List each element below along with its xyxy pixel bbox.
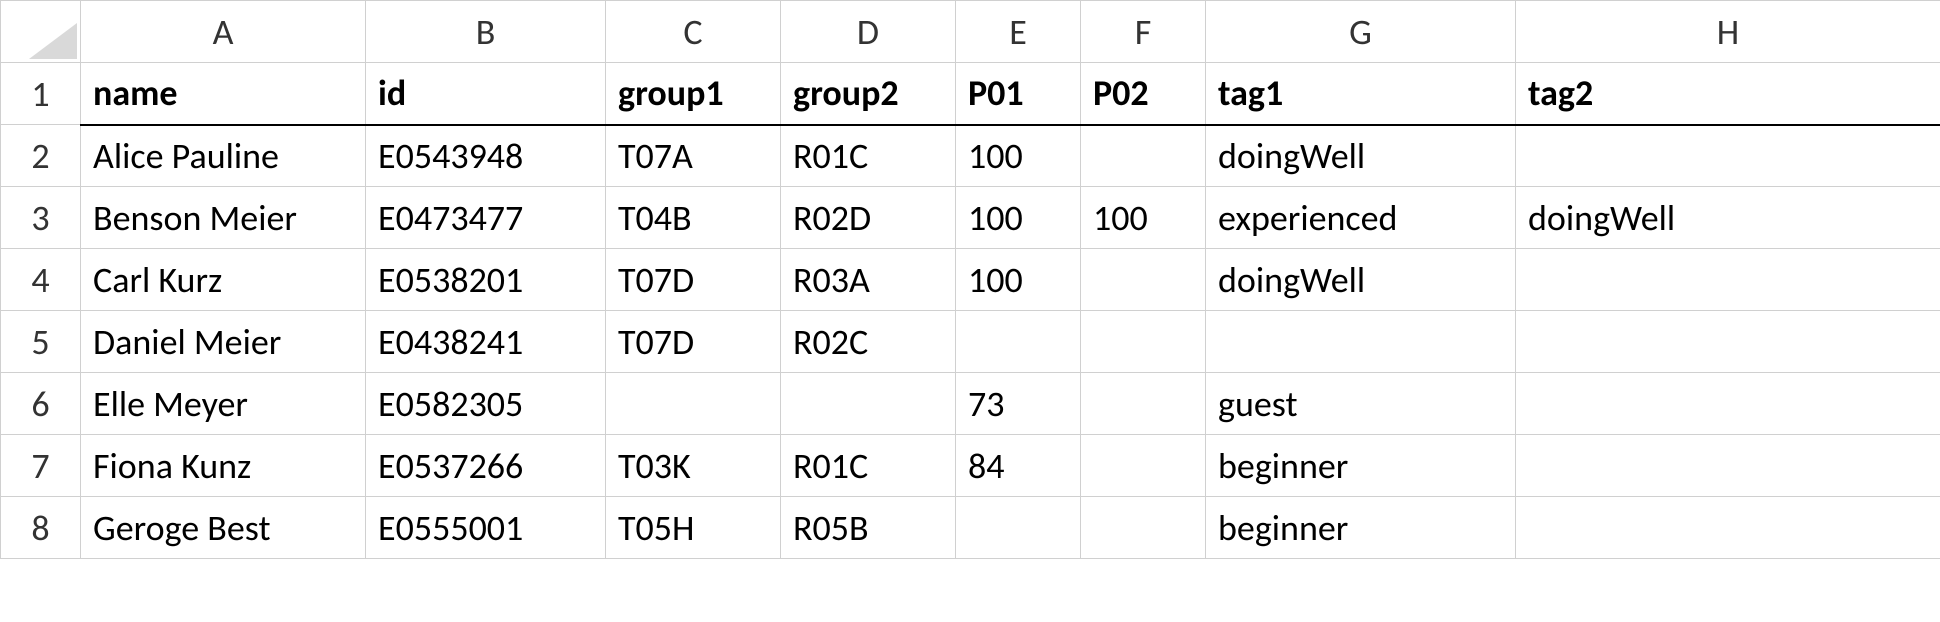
cell-D8[interactable]: R05B bbox=[781, 497, 956, 559]
cell-C5[interactable]: T07D bbox=[606, 311, 781, 373]
cell-C2[interactable]: T07A bbox=[606, 125, 781, 187]
cell-B1[interactable]: id bbox=[366, 63, 606, 125]
row-4: 4 Carl Kurz E0538201 T07D R03A 100 doing… bbox=[1, 249, 1940, 311]
cell-C3[interactable]: T04B bbox=[606, 187, 781, 249]
cell-F5[interactable] bbox=[1081, 311, 1206, 373]
cell-A5[interactable]: Daniel Meier bbox=[81, 311, 366, 373]
cell-F7[interactable] bbox=[1081, 435, 1206, 497]
cell-A4[interactable]: Carl Kurz bbox=[81, 249, 366, 311]
row-header-5[interactable]: 5 bbox=[1, 311, 81, 373]
cell-D4[interactable]: R03A bbox=[781, 249, 956, 311]
column-header-row: A B C D E F G H bbox=[1, 1, 1940, 63]
cell-H1[interactable]: tag2 bbox=[1516, 63, 1940, 125]
cell-B2[interactable]: E0543948 bbox=[366, 125, 606, 187]
cell-G6[interactable]: guest bbox=[1206, 373, 1516, 435]
cell-H3[interactable]: doingWell bbox=[1516, 187, 1940, 249]
cell-F3[interactable]: 100 bbox=[1081, 187, 1206, 249]
cell-A1[interactable]: name bbox=[81, 63, 366, 125]
cell-D7[interactable]: R01C bbox=[781, 435, 956, 497]
cell-G8[interactable]: beginner bbox=[1206, 497, 1516, 559]
cell-E4[interactable]: 100 bbox=[956, 249, 1081, 311]
cell-C1[interactable]: group1 bbox=[606, 63, 781, 125]
cell-D2[interactable]: R01C bbox=[781, 125, 956, 187]
row-8: 8 Geroge Best E0555001 T05H R05B beginne… bbox=[1, 497, 1940, 559]
cell-E1[interactable]: P01 bbox=[956, 63, 1081, 125]
cell-G3[interactable]: experienced bbox=[1206, 187, 1516, 249]
cell-F6[interactable] bbox=[1081, 373, 1206, 435]
column-header-F[interactable]: F bbox=[1081, 1, 1206, 63]
spreadsheet-grid[interactable]: A B C D E F G H 1 name id group1 group2 … bbox=[0, 0, 1940, 559]
row-header-8[interactable]: 8 bbox=[1, 497, 81, 559]
row-header-4[interactable]: 4 bbox=[1, 249, 81, 311]
column-header-H[interactable]: H bbox=[1516, 1, 1940, 63]
cell-A6[interactable]: Elle Meyer bbox=[81, 373, 366, 435]
column-header-D[interactable]: D bbox=[781, 1, 956, 63]
column-header-E[interactable]: E bbox=[956, 1, 1081, 63]
cell-G5[interactable] bbox=[1206, 311, 1516, 373]
row-header-1[interactable]: 1 bbox=[1, 63, 81, 125]
row-7: 7 Fiona Kunz E0537266 T03K R01C 84 begin… bbox=[1, 435, 1940, 497]
row-1: 1 name id group1 group2 P01 P02 tag1 tag… bbox=[1, 63, 1940, 125]
cell-B8[interactable]: E0555001 bbox=[366, 497, 606, 559]
cell-E2[interactable]: 100 bbox=[956, 125, 1081, 187]
cell-H4[interactable] bbox=[1516, 249, 1940, 311]
cell-C7[interactable]: T03K bbox=[606, 435, 781, 497]
cell-E6[interactable]: 73 bbox=[956, 373, 1081, 435]
cell-B6[interactable]: E0582305 bbox=[366, 373, 606, 435]
cell-E5[interactable] bbox=[956, 311, 1081, 373]
row-header-2[interactable]: 2 bbox=[1, 125, 81, 187]
cell-C6[interactable] bbox=[606, 373, 781, 435]
cell-H7[interactable] bbox=[1516, 435, 1940, 497]
cell-E8[interactable] bbox=[956, 497, 1081, 559]
column-header-G[interactable]: G bbox=[1206, 1, 1516, 63]
cell-B4[interactable]: E0538201 bbox=[366, 249, 606, 311]
cell-B3[interactable]: E0473477 bbox=[366, 187, 606, 249]
cell-G4[interactable]: doingWell bbox=[1206, 249, 1516, 311]
row-header-7[interactable]: 7 bbox=[1, 435, 81, 497]
cell-E7[interactable]: 84 bbox=[956, 435, 1081, 497]
row-6: 6 Elle Meyer E0582305 73 guest bbox=[1, 373, 1940, 435]
cell-D1[interactable]: group2 bbox=[781, 63, 956, 125]
cell-C8[interactable]: T05H bbox=[606, 497, 781, 559]
cell-F4[interactable] bbox=[1081, 249, 1206, 311]
row-2: 2 Alice Pauline E0543948 T07A R01C 100 d… bbox=[1, 125, 1940, 187]
cell-E3[interactable]: 100 bbox=[956, 187, 1081, 249]
cell-F2[interactable] bbox=[1081, 125, 1206, 187]
cell-A7[interactable]: Fiona Kunz bbox=[81, 435, 366, 497]
cell-H5[interactable] bbox=[1516, 311, 1940, 373]
cell-D5[interactable]: R02C bbox=[781, 311, 956, 373]
cell-G7[interactable]: beginner bbox=[1206, 435, 1516, 497]
cell-H2[interactable] bbox=[1516, 125, 1940, 187]
select-all-corner[interactable] bbox=[1, 1, 81, 63]
row-header-6[interactable]: 6 bbox=[1, 373, 81, 435]
row-5: 5 Daniel Meier E0438241 T07D R02C bbox=[1, 311, 1940, 373]
cell-A3[interactable]: Benson Meier bbox=[81, 187, 366, 249]
cell-F8[interactable] bbox=[1081, 497, 1206, 559]
cell-H8[interactable] bbox=[1516, 497, 1940, 559]
cell-A2[interactable]: Alice Pauline bbox=[81, 125, 366, 187]
cell-B5[interactable]: E0438241 bbox=[366, 311, 606, 373]
cell-D6[interactable] bbox=[781, 373, 956, 435]
cell-C4[interactable]: T07D bbox=[606, 249, 781, 311]
cell-B7[interactable]: E0537266 bbox=[366, 435, 606, 497]
cell-G2[interactable]: doingWell bbox=[1206, 125, 1516, 187]
cell-A8[interactable]: Geroge Best bbox=[81, 497, 366, 559]
cell-G1[interactable]: tag1 bbox=[1206, 63, 1516, 125]
row-3: 3 Benson Meier E0473477 T04B R02D 100 10… bbox=[1, 187, 1940, 249]
column-header-A[interactable]: A bbox=[81, 1, 366, 63]
column-header-B[interactable]: B bbox=[366, 1, 606, 63]
cell-F1[interactable]: P02 bbox=[1081, 63, 1206, 125]
cell-D3[interactable]: R02D bbox=[781, 187, 956, 249]
cell-H6[interactable] bbox=[1516, 373, 1940, 435]
row-header-3[interactable]: 3 bbox=[1, 187, 81, 249]
column-header-C[interactable]: C bbox=[606, 1, 781, 63]
